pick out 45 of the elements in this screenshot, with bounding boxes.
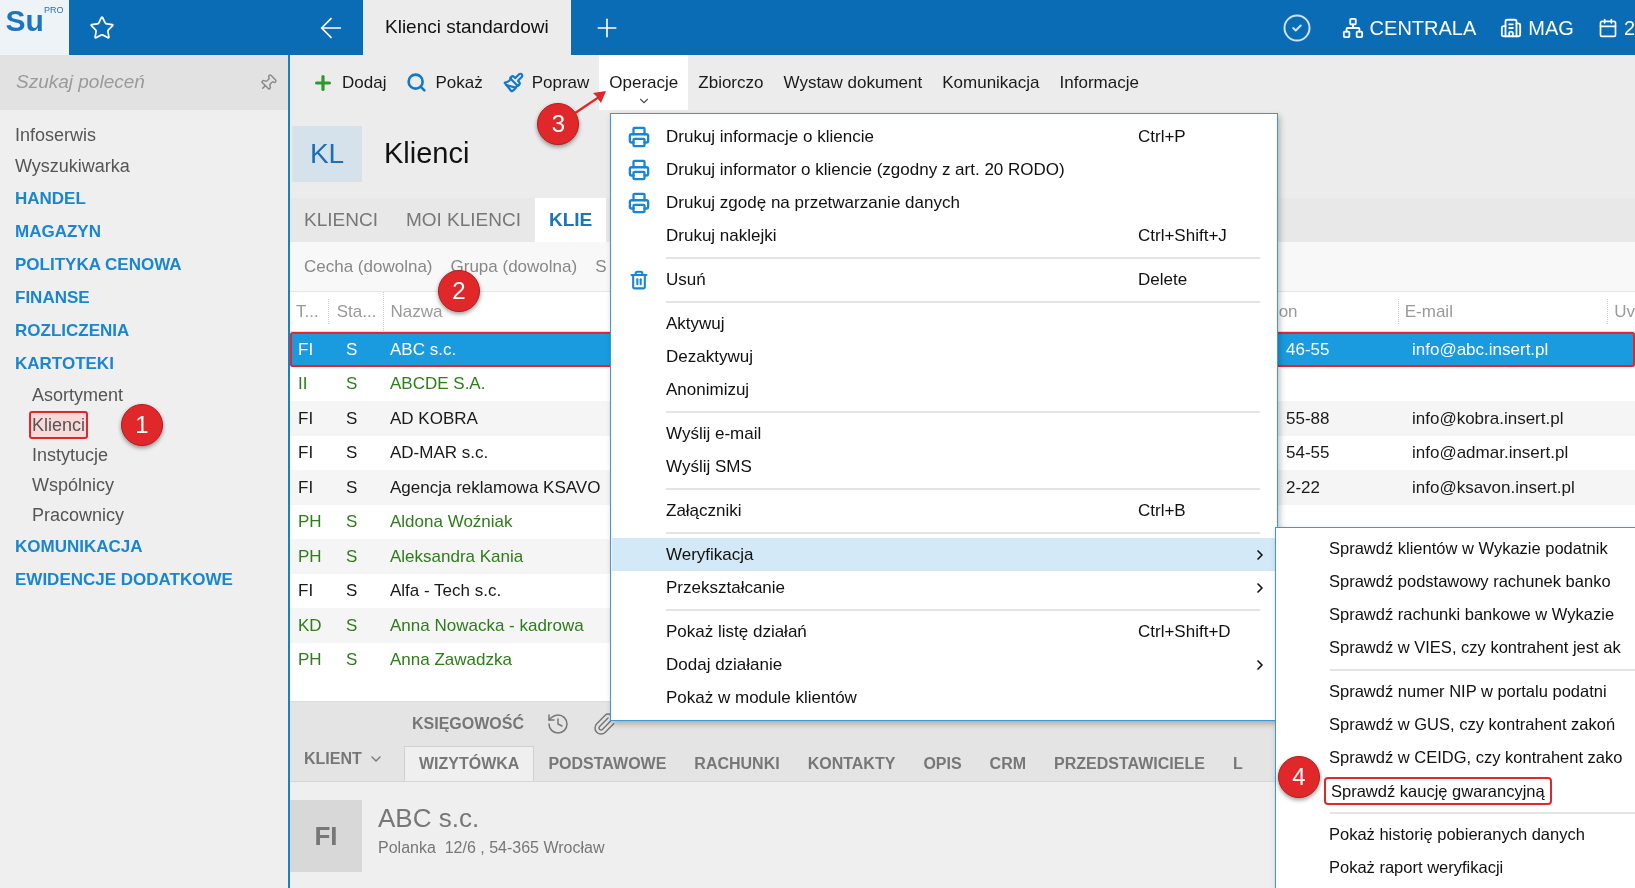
table-cell-text: 55-88 xyxy=(1286,407,1331,430)
table-cell-text: S xyxy=(345,476,359,499)
table-cell-text: FI xyxy=(297,442,315,464)
table-cell-text: Anna Zawadzka xyxy=(389,649,513,671)
table-cell-text: II xyxy=(297,373,309,395)
callout-number: 4 xyxy=(1278,756,1320,798)
table-cell-text: FI xyxy=(297,580,315,602)
table-cell-text: S xyxy=(345,338,359,361)
table-cell-text: Anna Nowacka - kadrowa xyxy=(389,614,585,637)
table-cell-text: S xyxy=(345,442,359,464)
table-cell-text: FI xyxy=(297,476,315,499)
table-cell-text: S xyxy=(345,649,359,671)
table-cell-text: AD KOBRA xyxy=(389,407,479,430)
table-cell-text: info@abc.insert.pl xyxy=(1411,338,1549,361)
table-cell-text: PH xyxy=(297,649,323,671)
table-cell-text: S xyxy=(345,373,359,395)
table-cell-text: ABCDE S.A. xyxy=(389,373,487,395)
table-cell-text: S xyxy=(345,580,359,602)
table-cell-text: FI xyxy=(297,338,315,361)
table-cell-text: 46-55 xyxy=(1286,338,1331,361)
table-cell-text: Alfa - Tech s.c. xyxy=(389,580,503,602)
table-cell-text: FI xyxy=(297,407,315,430)
table-cell-text: 54-55 xyxy=(1286,442,1331,464)
client-name: ABC s.c. xyxy=(378,802,481,835)
table-cell-text: info@kobra.insert.pl xyxy=(1411,407,1564,430)
client-address: Polanka 12/6 , 54-365 Wrocław xyxy=(378,838,605,858)
table-cell-text: KD xyxy=(297,614,323,637)
type-badge: FI xyxy=(290,800,362,872)
table-cell-text: info@ksavon.insert.pl xyxy=(1411,476,1575,499)
table-cell-text: 2-22 xyxy=(1286,476,1322,499)
module-badge: KL xyxy=(292,126,362,182)
table-cell-text: AD-MAR s.c. xyxy=(389,442,490,464)
table-cell-text: S xyxy=(345,614,359,637)
table-cell-text: ABC s.c. xyxy=(389,338,458,361)
table-cell-text: Aldona Woźniak xyxy=(389,511,514,533)
table-cell-text: info@admar.insert.pl xyxy=(1411,442,1569,464)
callout-number: 1 xyxy=(121,404,163,446)
module-title: Klienci xyxy=(384,136,470,172)
table-cell-text: S xyxy=(345,545,359,568)
table-cell-text: S xyxy=(345,407,359,430)
table-cell-text: S xyxy=(345,511,359,533)
table-cell-text: PH xyxy=(297,511,323,533)
table-cell-text: PH xyxy=(297,545,323,568)
table-cell-text: Aleksandra Kania xyxy=(389,545,525,568)
table-cell-text: Agencja reklamowa KSAVO xyxy=(389,476,602,499)
